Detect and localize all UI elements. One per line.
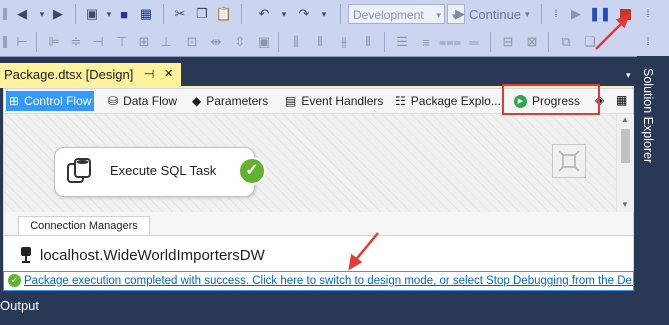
annotation-arrows xyxy=(348,13,631,271)
